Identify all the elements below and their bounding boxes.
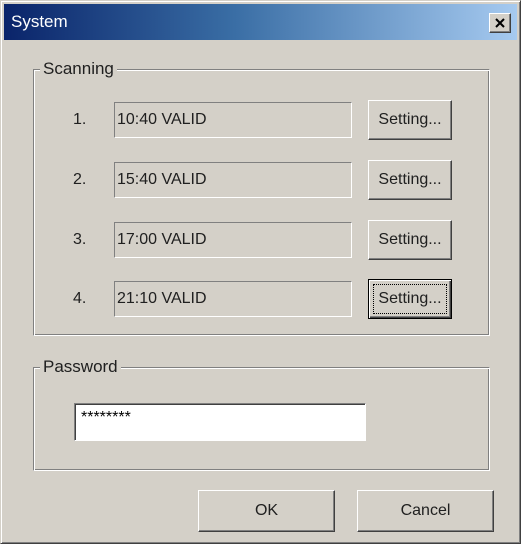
close-button[interactable]	[489, 13, 511, 33]
cancel-button[interactable]: Cancel	[357, 490, 494, 532]
scan-time-field: 15:40 VALID	[114, 162, 352, 198]
row-number: 1.	[73, 111, 87, 128]
scan-time-field: 17:00 VALID	[114, 222, 352, 258]
setting-button-3[interactable]: Setting...	[368, 220, 452, 260]
scanning-group: Scanning 1. 10:40 VALID Setting... 2. 15…	[33, 59, 490, 336]
scanning-label: Scanning	[40, 59, 117, 79]
scan-time-field: 21:10 VALID	[114, 281, 352, 317]
password-input[interactable]: ********	[74, 403, 366, 441]
window-title: System	[11, 12, 68, 31]
scan-row-4: 4. 21:10 VALID Setting...	[34, 279, 489, 319]
row-number: 4.	[73, 290, 87, 307]
scan-time-field: 10:40 VALID	[114, 102, 352, 138]
setting-button-4[interactable]: Setting...	[368, 279, 452, 319]
setting-button-2[interactable]: Setting...	[368, 160, 452, 200]
row-number: 2.	[73, 171, 87, 188]
focus-ring	[373, 284, 447, 314]
scan-row-2: 2. 15:40 VALID Setting...	[34, 160, 489, 200]
ok-button[interactable]: OK	[198, 490, 335, 532]
row-number: 3.	[73, 231, 87, 248]
password-label: Password	[40, 357, 121, 377]
title-bar[interactable]: System	[4, 4, 517, 40]
password-group: Password ********	[33, 357, 490, 471]
setting-button-1[interactable]: Setting...	[368, 100, 452, 140]
scan-row-1: 1. 10:40 VALID Setting...	[34, 100, 489, 140]
scan-row-3: 3. 17:00 VALID Setting...	[34, 220, 489, 260]
close-icon	[495, 18, 505, 28]
